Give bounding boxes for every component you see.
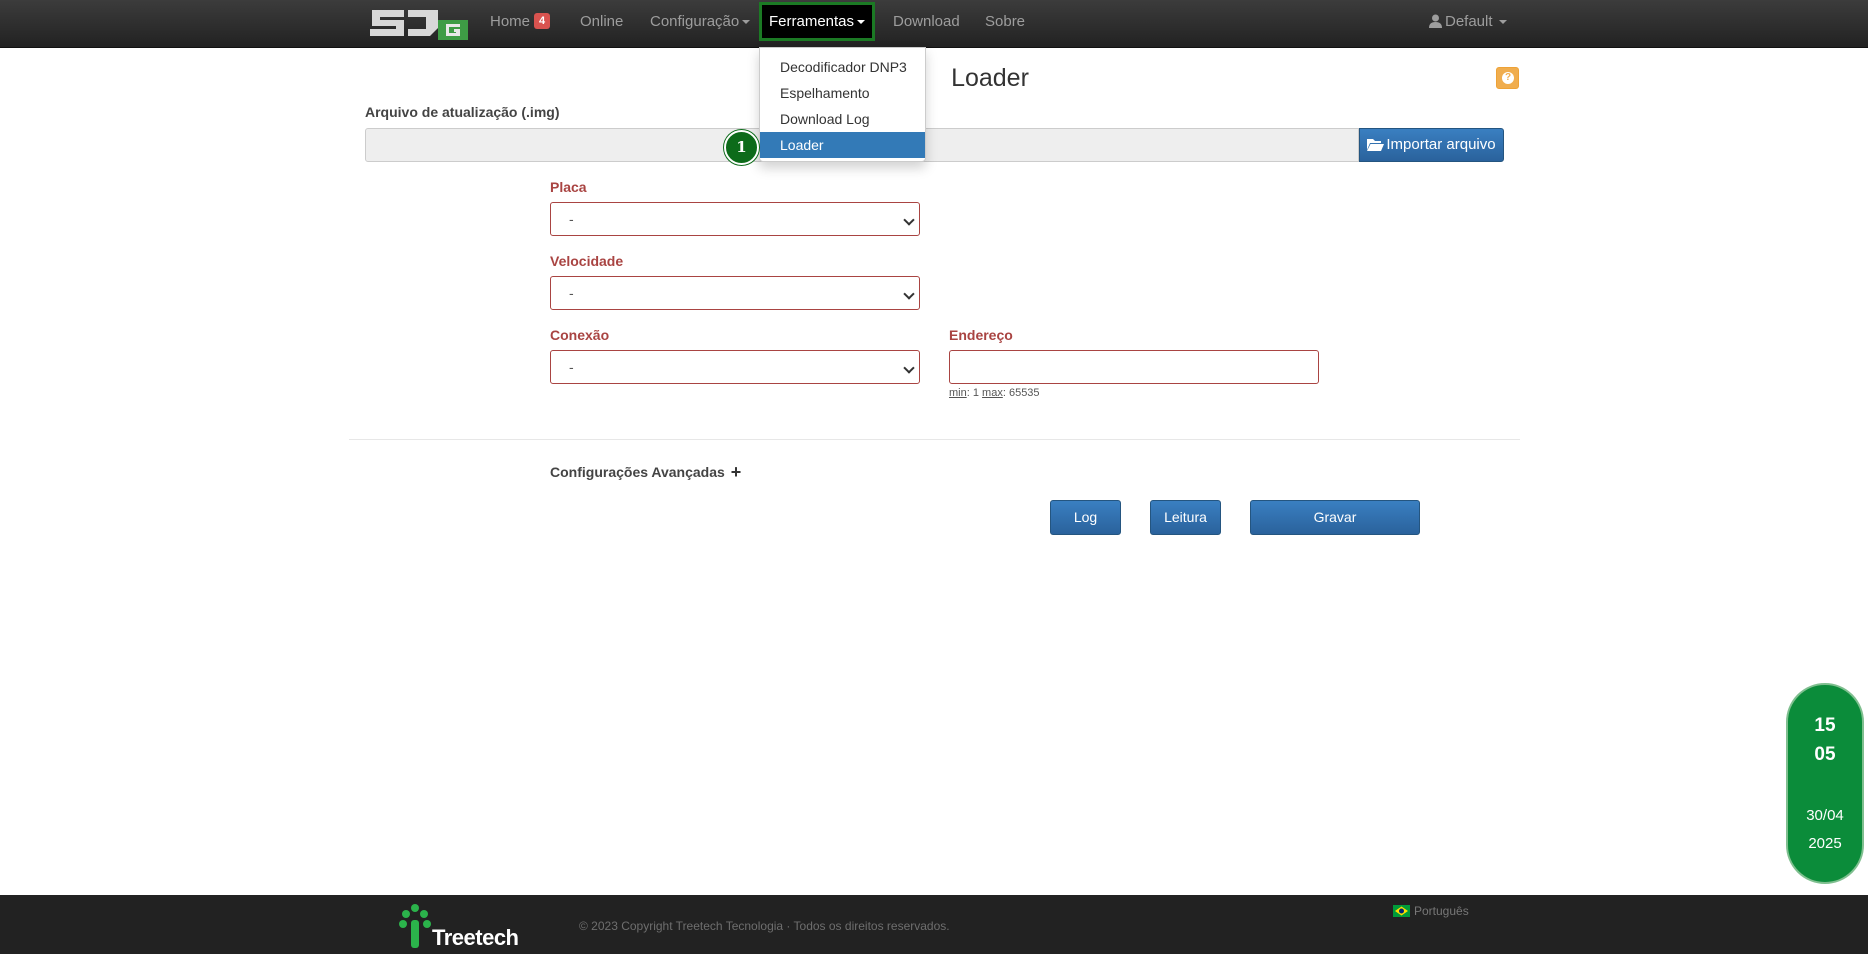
caret-down-icon bbox=[857, 20, 866, 25]
user-label: Default bbox=[1445, 13, 1493, 30]
nav-online[interactable]: Online bbox=[580, 0, 623, 44]
import-file-label: Importar arquivo bbox=[1386, 136, 1496, 153]
treetech-brand: Treetech bbox=[432, 925, 519, 950]
menu-item-loader[interactable]: Loader bbox=[760, 132, 925, 158]
nav-home[interactable]: Home 4 bbox=[490, 0, 551, 44]
velocidade-label: Velocidade bbox=[550, 253, 624, 269]
nav-sobre-label: Sobre bbox=[985, 13, 1026, 30]
user-menu[interactable]: Default bbox=[1429, 0, 1507, 44]
nav-download-label: Download bbox=[893, 13, 960, 30]
menu-item-download-log[interactable]: Download Log bbox=[760, 106, 925, 132]
hint-max-label: max bbox=[982, 387, 1003, 399]
caret-down-icon bbox=[742, 20, 751, 25]
copyright-text: © 2023 Copyright Treetech Tecnologia · T… bbox=[579, 919, 950, 933]
chevron-down-icon bbox=[903, 288, 915, 300]
language-label: Português bbox=[1414, 904, 1469, 918]
nav-download[interactable]: Download bbox=[893, 0, 960, 44]
question-icon: ? bbox=[1502, 72, 1514, 84]
chevron-down-icon bbox=[903, 362, 915, 374]
conexao-label: Conexão bbox=[550, 327, 610, 343]
menu-item-decodificador-dnp3[interactable]: Decodificador DNP3 bbox=[760, 54, 925, 80]
conexao-select[interactable]: - bbox=[550, 350, 920, 384]
import-file-button[interactable]: Importar arquivo bbox=[1359, 128, 1504, 162]
velocidade-value: - bbox=[569, 285, 574, 301]
plus-icon: + bbox=[730, 462, 742, 482]
language-selector[interactable]: Português bbox=[1393, 904, 1469, 918]
nav-ferramentas-label: Ferramentas bbox=[768, 13, 855, 30]
endereco-label: Endereço bbox=[949, 327, 1013, 343]
endereco-hint: min: 1 max: 65535 bbox=[949, 387, 1040, 399]
hint-min-value: 1 bbox=[972, 387, 979, 399]
tools-dropdown-menu: Decodificador DNP3 Espelhamento Download… bbox=[759, 47, 926, 162]
log-button[interactable]: Log bbox=[1050, 500, 1121, 535]
sdg-logo[interactable] bbox=[370, 6, 470, 40]
clock-widget: 15 05 30/04 2025 bbox=[1786, 683, 1864, 884]
step-marker: 1 bbox=[724, 130, 759, 165]
endereco-input[interactable] bbox=[949, 350, 1319, 384]
nav-sobre[interactable]: Sobre bbox=[985, 0, 1025, 44]
nav-ferramentas[interactable]: Ferramentas bbox=[759, 2, 875, 41]
leitura-button[interactable]: Leitura bbox=[1150, 500, 1221, 535]
placa-value: - bbox=[569, 211, 574, 227]
menu-item-espelhamento[interactable]: Espelhamento bbox=[760, 80, 925, 106]
user-icon bbox=[1429, 14, 1442, 28]
folder-open-icon bbox=[1367, 139, 1385, 151]
advanced-settings-label: Configurações Avançadas bbox=[550, 464, 725, 480]
chevron-down-icon bbox=[903, 214, 915, 226]
conexao-value: - bbox=[569, 359, 574, 375]
gravar-button[interactable]: Gravar bbox=[1250, 500, 1420, 535]
nav-home-label: Home bbox=[490, 13, 531, 30]
caret-down-icon bbox=[1498, 20, 1507, 25]
placa-label: Placa bbox=[550, 179, 587, 195]
nav-configuracao[interactable]: Configuração bbox=[650, 0, 751, 44]
clock-date: 30/04 bbox=[1806, 807, 1844, 824]
clock-hour: 15 bbox=[1814, 715, 1836, 736]
help-button[interactable]: ? bbox=[1496, 67, 1519, 89]
nav-configuracao-label: Configuração bbox=[650, 13, 740, 30]
hint-min-label: min bbox=[949, 387, 967, 399]
hint-max-value: 65535 bbox=[1008, 387, 1040, 399]
nav-online-label: Online bbox=[580, 13, 624, 30]
clock-minute: 05 bbox=[1814, 744, 1836, 765]
placa-select[interactable]: - bbox=[550, 202, 920, 236]
advanced-settings-toggle[interactable]: Configurações Avançadas + bbox=[550, 462, 741, 483]
file-label: Arquivo de atualização (.img) bbox=[365, 104, 560, 120]
notification-badge: 4 bbox=[534, 13, 551, 29]
velocidade-select[interactable]: - bbox=[550, 276, 920, 310]
brazil-flag-icon bbox=[1393, 905, 1410, 917]
clock-year: 2025 bbox=[1808, 835, 1842, 852]
top-navbar: Home 4 Online Configuração Ferramentas Do… bbox=[0, 0, 1868, 48]
section-divider bbox=[349, 439, 1520, 440]
